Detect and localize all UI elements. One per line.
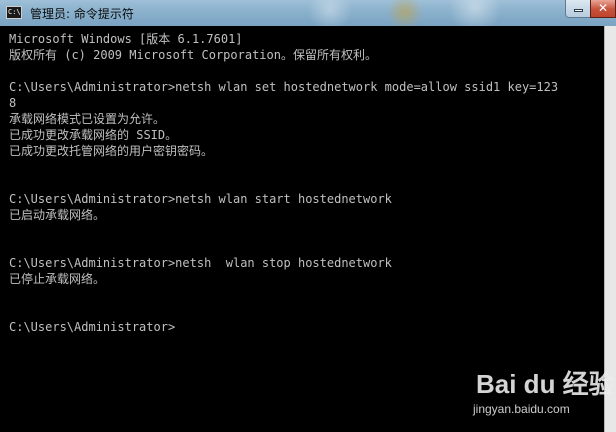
console-prompt: C:\Users\Administrator> xyxy=(9,320,176,334)
console-line: C:\Users\Administrator>netsh wlan set ho… xyxy=(9,80,559,94)
console-line: Microsoft Windows [版本 6.1.7601] xyxy=(9,32,243,46)
console-line: 版权所有 (c) 2009 Microsoft Corporation。保留所有… xyxy=(9,48,377,62)
command-prompt-window: C:\ 管理员: 命令提示符 ✕ Microsoft Windows [版本 6… xyxy=(0,0,616,432)
window-title: 管理员: 命令提示符 xyxy=(30,7,134,21)
console-line: 已成功更改承载网络的 SSID。 xyxy=(9,128,178,142)
minimize-icon xyxy=(574,9,583,12)
console-line: 已成功更改托管网络的用户密钥密码。 xyxy=(9,144,214,158)
close-icon: ✕ xyxy=(598,1,609,15)
title-bar-decoration xyxy=(300,0,550,26)
cmd-icon[interactable]: C:\ xyxy=(6,6,22,19)
console-line: 已启动承载网络。 xyxy=(9,208,106,222)
watermark-logo-text: Bai du 经验 xyxy=(476,369,615,399)
console-line: C:\Users\Administrator>netsh wlan start … xyxy=(9,192,392,206)
baidu-watermark: Bai du 经验 jingyan.baidu.com xyxy=(466,366,615,426)
minimize-button[interactable] xyxy=(565,0,591,18)
close-button[interactable]: ✕ xyxy=(590,0,616,18)
console-line: 承载网络模式已设置为允许。 xyxy=(9,112,166,126)
watermark-url: jingyan.baidu.com xyxy=(473,402,570,416)
console-line: 已停止承载网络。 xyxy=(9,272,106,286)
title-bar[interactable]: C:\ 管理员: 命令提示符 ✕ xyxy=(0,0,616,26)
console-line: C:\Users\Administrator>netsh wlan stop h… xyxy=(9,256,392,270)
console-line: 8 xyxy=(9,96,17,110)
